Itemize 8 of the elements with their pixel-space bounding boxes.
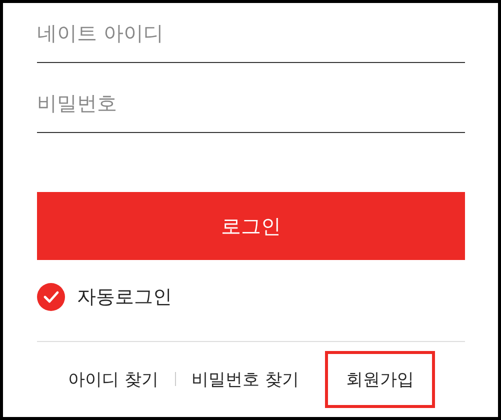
login-button[interactable]: 로그인: [37, 192, 465, 260]
link[interactable]: 회원가입: [325, 350, 435, 408]
password-field[interactable]: 비밀번호: [37, 73, 465, 133]
checkbox[interactable]: [37, 283, 65, 311]
id-field[interactable]: 네이트 아이디: [37, 3, 465, 63]
checkbox-label: 자동로그인: [77, 285, 172, 310]
link[interactable]: 아이디 찾기: [52, 368, 175, 390]
link[interactable]: 비밀번호 찾기: [176, 368, 315, 390]
